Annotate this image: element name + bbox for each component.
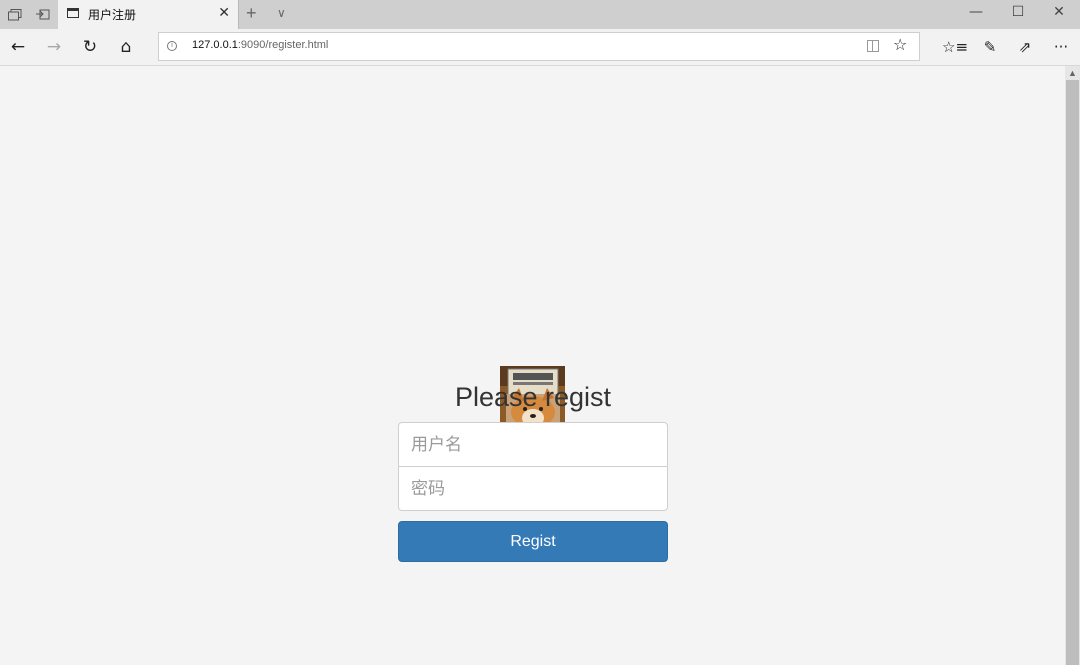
- url-text[interactable]: 127.0.0.1:9090/register.html: [192, 39, 328, 51]
- scroll-up-arrow-icon[interactable]: ▲: [1065, 66, 1080, 80]
- active-tab[interactable]: 用户注册 ✕: [58, 0, 239, 29]
- new-tab-icon[interactable]: +: [246, 3, 257, 24]
- regist-button[interactable]: Regist: [398, 521, 668, 562]
- close-tab-icon[interactable]: ✕: [218, 5, 230, 21]
- web-note-pen-icon[interactable]: ✎: [979, 36, 1001, 58]
- back-icon[interactable]: ←: [7, 36, 29, 58]
- window-close-icon[interactable]: ✕: [1039, 4, 1079, 24]
- tab-list-chevron-icon[interactable]: ∨: [277, 6, 286, 20]
- favorite-star-icon[interactable]: ☆: [893, 35, 907, 54]
- navigation-bar: ← → ↻ ⌂ i 127.0.0.1:9090/register.html ☆…: [0, 29, 1080, 66]
- vertical-scrollbar[interactable]: ▲: [1065, 66, 1080, 665]
- set-aside-tabs-icon[interactable]: [33, 5, 53, 25]
- more-menu-icon[interactable]: ···: [1050, 36, 1072, 58]
- favorites-hub-icon[interactable]: ☆≡: [942, 36, 968, 58]
- url-path: :9090/register.html: [237, 39, 329, 51]
- forward-icon[interactable]: →: [43, 36, 65, 58]
- tab-groups-icon[interactable]: [5, 5, 25, 25]
- password-input[interactable]: [398, 466, 668, 511]
- address-bar[interactable]: i 127.0.0.1:9090/register.html ☆: [158, 32, 920, 61]
- url-host: 127.0.0.1: [192, 39, 238, 51]
- tab-title: 用户注册: [88, 8, 137, 22]
- refresh-icon[interactable]: ↻: [79, 36, 101, 58]
- tab-bar: 用户注册 ✕ + ∨ — ☐ ✕: [0, 0, 1080, 29]
- page-icon: [67, 8, 79, 18]
- share-icon[interactable]: ⇗: [1014, 36, 1036, 58]
- home-icon[interactable]: ⌂: [115, 36, 137, 58]
- maximize-icon[interactable]: ☐: [998, 4, 1038, 24]
- page-heading: Please regist: [454, 382, 612, 412]
- minimize-icon[interactable]: —: [956, 4, 996, 24]
- reading-view-icon[interactable]: [867, 40, 879, 52]
- scrollbar-thumb[interactable]: [1066, 80, 1079, 665]
- username-input[interactable]: [398, 422, 668, 467]
- page-viewport: [0, 66, 1065, 665]
- site-info-icon[interactable]: i: [167, 41, 177, 51]
